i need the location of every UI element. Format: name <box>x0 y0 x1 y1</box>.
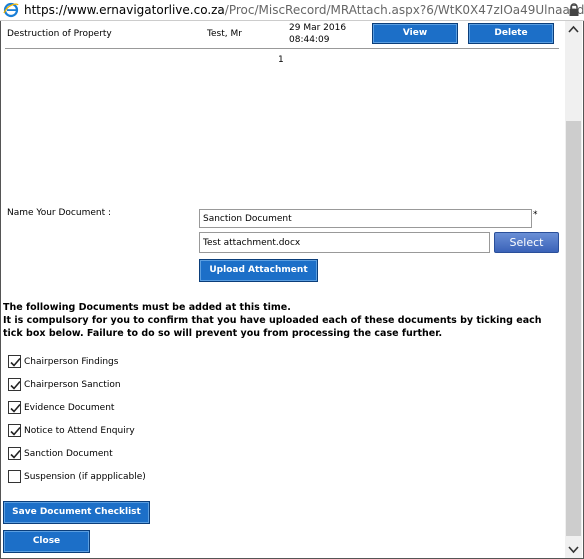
url-domain: www.ernavigatorlive.co.za <box>67 3 225 17</box>
checkmark-icon <box>10 380 21 390</box>
scroll-down-arrow-icon[interactable] <box>565 541 582 558</box>
select-file-button[interactable]: Select <box>494 232 559 253</box>
delete-button[interactable]: Delete <box>468 23 554 44</box>
save-document-checklist-button[interactable]: Save Document Checklist <box>3 501 150 524</box>
attachment-document-name: Destruction of Property <box>7 29 112 39</box>
checkbox[interactable] <box>8 378 21 391</box>
internet-explorer-icon <box>3 2 19 18</box>
attachment-date: 29 Mar 2016 <box>289 23 347 33</box>
file-path-input[interactable]: Test attachment.docx <box>199 232 490 253</box>
url-path: /Proc/MiscRecord/MRAttach.aspx?6/WtK0X47… <box>224 3 584 17</box>
vertical-scrollbar[interactable] <box>565 21 582 558</box>
checkmark-icon <box>10 426 21 436</box>
page-content: Destruction of Property Test, Mr 29 Mar … <box>1 21 565 558</box>
document-name-input[interactable]: Sanction Document <box>199 209 532 228</box>
checklist-label: Evidence Document <box>24 403 115 413</box>
checkmark-icon <box>10 357 21 367</box>
pager-page-1[interactable]: 1 <box>278 55 284 65</box>
checklist-label: Chairperson Findings <box>24 357 119 367</box>
checkmark-icon <box>10 449 21 459</box>
url-text: https://www.ernavigatorlive.co.za/Proc/M… <box>24 0 584 20</box>
checklist-label: Sanction Document <box>24 449 113 459</box>
scrollbar-thumb[interactable] <box>566 121 581 536</box>
checkbox[interactable] <box>8 470 21 483</box>
checkbox[interactable] <box>8 401 21 414</box>
notice-line-2: It is compulsory for you to confirm that… <box>3 315 542 339</box>
scroll-up-arrow-icon[interactable] <box>565 21 582 38</box>
upload-attachment-button[interactable]: Upload Attachment <box>199 259 318 282</box>
view-button[interactable]: View <box>372 23 458 44</box>
document-name-label: Name Your Document : <box>7 208 112 218</box>
checklist-label: Suspension (if appplicable) <box>24 472 146 482</box>
checkmark-icon <box>10 403 21 413</box>
address-bar: https://www.ernavigatorlive.co.za/Proc/M… <box>0 0 584 21</box>
checkbox[interactable] <box>8 447 21 460</box>
attachment-time: 08:44:09 <box>289 35 330 45</box>
url-scheme: https:// <box>24 3 68 17</box>
checkbox[interactable] <box>8 424 21 437</box>
checklist-label: Chairperson Sanction <box>24 380 121 390</box>
grid-divider <box>5 48 559 49</box>
checkbox[interactable] <box>8 355 21 368</box>
notice-line-1: The following Documents must be added at… <box>3 302 291 313</box>
required-marker: * <box>533 210 538 220</box>
close-button[interactable]: Close <box>3 530 90 553</box>
attachment-uploaded-by: Test, Mr <box>207 29 242 39</box>
required-documents-notice: The following Documents must be added at… <box>3 301 563 340</box>
checklist-label: Notice to Attend Enquiry <box>24 426 135 436</box>
lock-icon <box>569 3 579 16</box>
